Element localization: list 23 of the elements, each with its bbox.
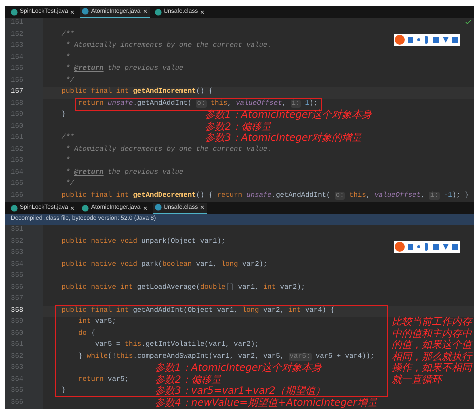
annotation-text: 参数2：偏移量 <box>205 122 272 132</box>
annotation-text: 比较当前工作内存中的值和主内存中的值，如果这个值相同，那么就执行操作，如果不相同就一直循环 <box>392 317 472 386</box>
class-file-icon <box>82 8 90 15</box>
class-file-icon <box>154 204 162 211</box>
annotation-text: 参数3：var5=var1+var2（期望值） <box>155 386 326 398</box>
ime-toolbar-icon[interactable] <box>394 241 460 253</box>
annotation-text: 参数2：偏移量 <box>155 374 222 386</box>
class-file-icon <box>11 8 18 16</box>
close-icon[interactable] <box>200 205 206 210</box>
close-icon[interactable] <box>142 206 148 210</box>
class-file-icon <box>82 204 90 212</box>
ime-toolbar-icon[interactable] <box>394 34 460 46</box>
close-icon[interactable] <box>200 10 206 14</box>
close-icon[interactable] <box>70 206 76 210</box>
annotation-text: 参数3：AtomicInteger对象的增量 <box>205 133 362 144</box>
class-file-icon <box>154 8 162 16</box>
check-icon <box>465 19 472 26</box>
close-icon[interactable] <box>70 10 76 14</box>
annotation-text: 参数4：newValue=期望值+AtomicInteger增量 <box>155 398 378 409</box>
annotation-text: 参数1：AtomicInteger这个对象本身 <box>205 110 372 122</box>
class-file-icon <box>11 204 18 212</box>
annotation-text: 参数1：AtomicInteger这个对象本身 <box>155 363 322 374</box>
close-icon[interactable] <box>142 9 148 14</box>
